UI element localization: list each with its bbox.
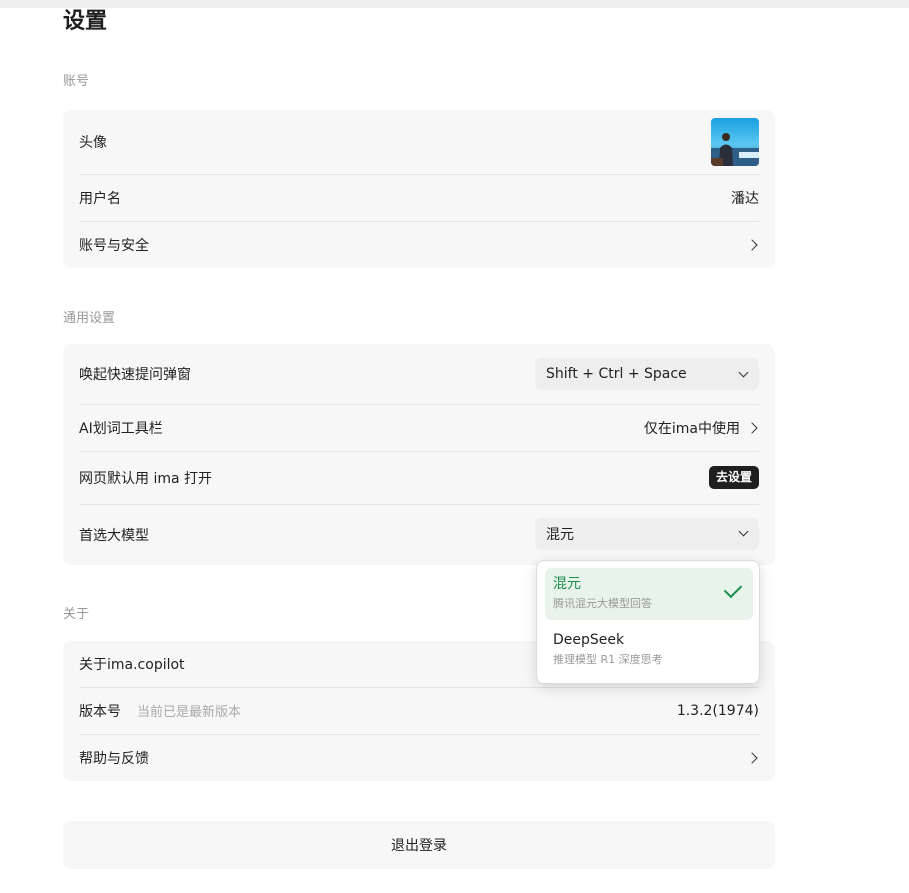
go-settings-button[interactable]: 去设置 [708,466,759,489]
model-value: 混元 [546,526,574,543]
general-card: 唤起快速提问弹窗 Shift + Ctrl + Space AI划词工具栏 仅在… [63,344,775,565]
section-label-account: 账号 [63,74,90,89]
ai-toolbar-value: 仅在ima中使用 [643,420,740,437]
help-feedback-row[interactable]: 帮助与反馈 [79,734,759,781]
section-label-about: 关于 [63,607,90,622]
model-select[interactable]: 混元 [535,517,759,550]
chevron-right-icon [746,421,758,434]
model-label: 首选大模型 [79,527,149,544]
option-desc: 腾讯混元大模型回答 [553,597,652,610]
username-row[interactable]: 用户名 潘达 [79,174,759,222]
version-label: 版本号 [79,703,121,720]
model-option-hunyuan[interactable]: 混元 腾讯混元大模型回答 [545,568,753,620]
hotkey-select[interactable]: Shift + Ctrl + Space [535,358,759,390]
about-label: 关于ima.copilot [79,657,185,673]
version-value: 1.3.2(1974) [676,702,759,719]
avatar[interactable] [711,118,759,166]
default-open-row: 网页默认用 ima 打开 去设置 [79,451,759,505]
chevron-right-icon [746,751,758,764]
help-feedback-label: 帮助与反馈 [79,750,149,767]
logout-button[interactable]: 退出登录 [63,821,775,869]
hotkey-label: 唤起快速提问弹窗 [79,367,191,383]
account-security-label: 账号与安全 [79,237,149,254]
option-title: DeepSeek [553,632,625,648]
ai-toolbar-row[interactable]: AI划词工具栏 仅在ima中使用 [79,404,759,452]
top-bar [0,0,909,8]
model-option-deepseek[interactable]: DeepSeek 推理模型 R1 深度思考 [545,624,753,676]
chevron-right-icon [746,238,758,251]
hotkey-value: Shift + Ctrl + Space [546,366,687,382]
username-value: 潘达 [731,190,759,207]
avatar-label: 头像 [79,135,107,151]
model-dropdown: 混元 腾讯混元大模型回答 DeepSeek 推理模型 R1 深度思考 [536,560,760,684]
model-row: 首选大模型 混元 [79,504,759,565]
chevron-down-icon [738,526,749,537]
page-title: 设置 [63,9,108,34]
hotkey-row: 唤起快速提问弹窗 Shift + Ctrl + Space [79,344,759,405]
version-row: 版本号 当前已是最新版本 1.3.2(1974) [79,687,759,735]
username-label: 用户名 [79,190,121,207]
default-open-label: 网页默认用 ima 打开 [79,470,213,487]
account-card: 头像 用户名 潘达 账号与安全 [63,110,775,268]
account-security-row[interactable]: 账号与安全 [79,221,759,268]
section-label-general: 通用设置 [63,311,116,326]
ai-toolbar-label: AI划词工具栏 [79,420,163,437]
avatar-row[interactable]: 头像 [79,110,759,175]
version-hint: 当前已是最新版本 [137,705,242,720]
chevron-down-icon [738,367,749,377]
option-desc: 推理模型 R1 深度思考 [553,653,663,666]
